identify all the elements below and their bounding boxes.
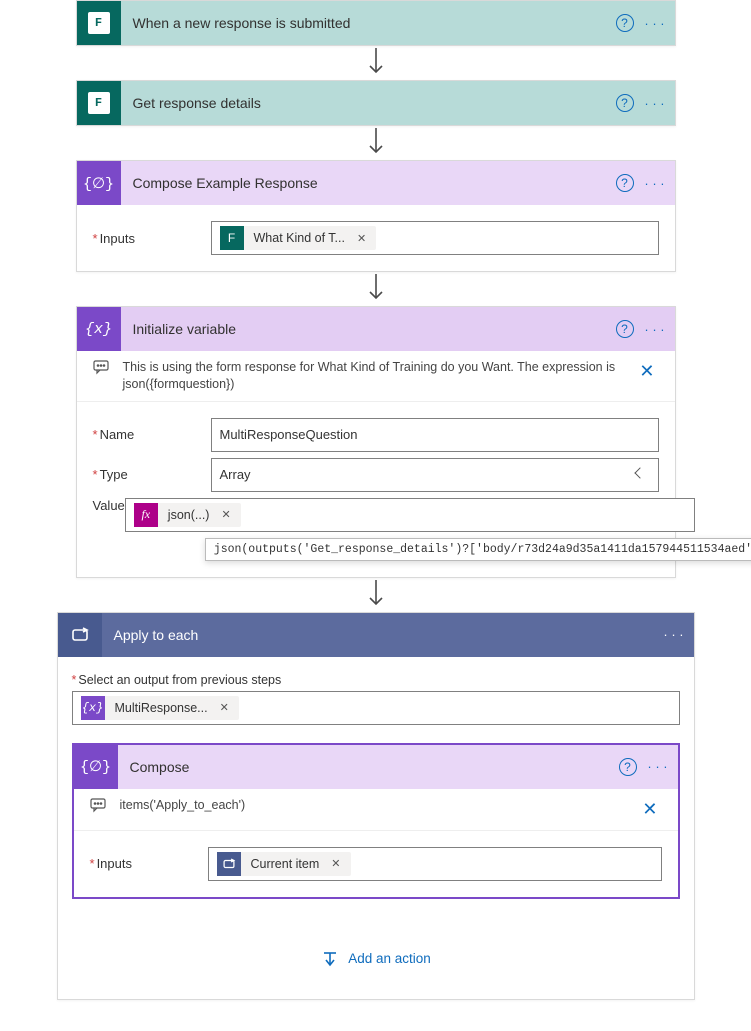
arrow-icon [367, 578, 385, 612]
select-output-input[interactable]: {x} MultiResponse... ✕ [72, 691, 680, 725]
token-remove-icon[interactable]: ✕ [353, 232, 370, 245]
chevron-down-icon [634, 467, 645, 478]
compose-icon: {∅} [74, 745, 118, 789]
field-label: Type [93, 467, 211, 482]
help-icon[interactable]: ? [611, 9, 639, 37]
field-label: Inputs [93, 231, 211, 246]
name-value: MultiResponseQuestion [220, 427, 358, 442]
token-remove-icon[interactable]: ✕ [217, 508, 234, 521]
fx-icon: fx [134, 503, 158, 527]
more-icon[interactable]: · · · [641, 89, 669, 117]
variable-icon: {x} [77, 307, 121, 351]
token-label: json(...) [164, 508, 212, 522]
card-title: Compose [118, 759, 614, 775]
card-header[interactable]: {∅} Compose Example Response ? · · · [77, 161, 675, 205]
field-inputs: Inputs Current item ✕ [90, 847, 662, 881]
token-label: Current item [247, 857, 322, 871]
card-title: Compose Example Response [121, 175, 611, 191]
more-icon[interactable]: · · · [641, 315, 669, 343]
add-action-button[interactable]: Add an action [320, 949, 431, 969]
token-current-item[interactable]: Current item ✕ [217, 852, 351, 876]
token-expression[interactable]: fx json(...) ✕ [134, 503, 241, 527]
comment-text: items('Apply_to_each') [120, 797, 629, 814]
card-header[interactable]: {x} Initialize variable ? · · · [77, 307, 675, 351]
forms-icon: F [77, 1, 121, 45]
card-header[interactable]: Apply to each · · · [58, 613, 694, 657]
close-icon[interactable]: ✕ [638, 797, 661, 822]
card-title: When a new response is submitted [121, 15, 611, 31]
card-header[interactable]: F When a new response is submitted ? · ·… [77, 1, 675, 45]
step-get-response[interactable]: F Get response details ? · · · [76, 80, 676, 126]
inputs-control[interactable]: F What Kind of T... ✕ [211, 221, 659, 255]
more-icon[interactable]: · · · [641, 169, 669, 197]
step-apply-to-each[interactable]: Apply to each · · · Select an output fro… [57, 612, 695, 1000]
loop-icon [58, 613, 102, 657]
type-value: Array [220, 467, 251, 482]
comment-icon [90, 797, 110, 816]
field-label: Value [93, 498, 125, 513]
help-icon[interactable]: ? [611, 315, 639, 343]
step-initialize-variable[interactable]: {x} Initialize variable ? · · · This is … [76, 306, 676, 578]
card-title: Initialize variable [121, 321, 611, 337]
arrow-icon [367, 126, 385, 160]
comment-row: items('Apply_to_each') ✕ [74, 789, 678, 831]
more-icon[interactable]: · · · [644, 753, 672, 781]
compose-icon: {∅} [77, 161, 121, 205]
card-title: Apply to each [102, 627, 660, 643]
comment-text: This is using the form response for What… [123, 359, 626, 393]
field-type: Type Array [93, 458, 659, 492]
inputs-control[interactable]: Current item ✕ [208, 847, 662, 881]
token-variable[interactable]: {x} MultiResponse... ✕ [81, 696, 239, 720]
value-input[interactable]: fx json(...) ✕ [125, 498, 695, 532]
token-remove-icon[interactable]: ✕ [216, 701, 233, 714]
token-label: What Kind of T... [250, 231, 347, 245]
field-name: Name MultiResponseQuestion [93, 418, 659, 452]
name-input[interactable]: MultiResponseQuestion [211, 418, 659, 452]
field-label: Inputs [90, 856, 208, 871]
token-label: MultiResponse... [111, 701, 210, 715]
arrow-icon [367, 272, 385, 306]
token-remove-icon[interactable]: ✕ [327, 857, 344, 870]
card-header[interactable]: {∅} Compose ? · · · [74, 745, 678, 789]
more-icon[interactable]: · · · [641, 9, 669, 37]
variable-icon: {x} [81, 696, 105, 720]
token-forms-question[interactable]: F What Kind of T... ✕ [220, 226, 377, 250]
field-label: Name [93, 427, 211, 442]
help-icon[interactable]: ? [611, 89, 639, 117]
close-icon[interactable]: ✕ [635, 359, 658, 384]
help-icon[interactable]: ? [611, 169, 639, 197]
type-select[interactable]: Array [211, 458, 659, 492]
more-icon[interactable]: · · · [660, 621, 688, 649]
arrow-icon [367, 46, 385, 80]
comment-icon [93, 359, 113, 378]
forms-icon: F [220, 226, 244, 250]
add-action-label: Add an action [348, 951, 431, 966]
step-compose-example[interactable]: {∅} Compose Example Response ? · · · Inp… [76, 160, 676, 272]
step-compose-nested[interactable]: {∅} Compose ? · · · items('Apply_to_each… [72, 743, 680, 899]
card-header[interactable]: F Get response details ? · · · [77, 81, 675, 125]
expression-tooltip: json(outputs('Get_response_details')?['b… [205, 538, 751, 561]
field-inputs: Inputs F What Kind of T... ✕ [93, 221, 659, 255]
comment-row: This is using the form response for What… [77, 351, 675, 402]
field-value: Value fx json(...) ✕ json(outputs('Get_r… [93, 498, 659, 561]
step-trigger-forms[interactable]: F When a new response is submitted ? · ·… [76, 0, 676, 46]
loop-icon [217, 852, 241, 876]
flow-canvas: F When a new response is submitted ? · ·… [0, 0, 751, 1000]
card-title: Get response details [121, 95, 611, 111]
select-output-label: Select an output from previous steps [72, 673, 680, 687]
help-icon[interactable]: ? [614, 753, 642, 781]
forms-icon: F [77, 81, 121, 125]
